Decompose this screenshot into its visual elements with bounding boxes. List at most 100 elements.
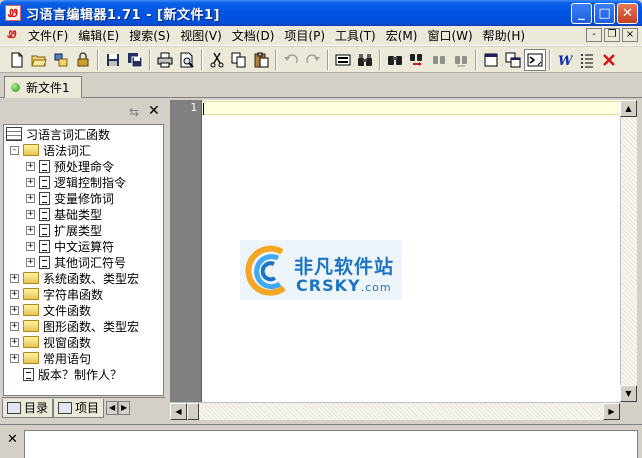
tree-item[interactable]: + 文件函数: [10, 302, 91, 318]
tab-contents[interactable]: 目录: [2, 398, 54, 418]
close-window-button[interactable]: ✕: [617, 3, 638, 24]
tab-scroll-right-icon[interactable]: ▶: [118, 401, 131, 415]
macro-record-icon[interactable]: [332, 49, 354, 71]
maximize-button[interactable]: □: [594, 3, 615, 24]
expand-icon[interactable]: +: [10, 273, 19, 283]
undo-icon[interactable]: [280, 49, 302, 71]
minimize-button[interactable]: _: [571, 3, 592, 24]
menu-view[interactable]: 视图(V): [175, 27, 227, 45]
save-all-icon[interactable]: [124, 49, 146, 71]
mdi-restore-button[interactable]: ❐: [604, 28, 620, 42]
lock-icon[interactable]: [72, 49, 94, 71]
tab-scroll-left-icon[interactable]: ◀: [106, 401, 119, 415]
menu-tools[interactable]: 工具(T): [330, 27, 381, 45]
expand-icon[interactable]: +: [26, 257, 35, 267]
toolbar-separator: [275, 49, 277, 70]
scroll-up-icon[interactable]: ▲: [620, 100, 637, 117]
panel-tab-scroll: ◀ ▶: [106, 401, 131, 415]
mdi-minimize-button[interactable]: -: [586, 28, 602, 42]
tree-item[interactable]: + 视窗函数: [10, 334, 91, 350]
tree-root-icon: [6, 127, 22, 141]
replace-icon[interactable]: [406, 49, 428, 71]
redo-icon[interactable]: [302, 49, 324, 71]
tree-item[interactable]: + 常用语句: [10, 350, 91, 366]
horizontal-scrollbar[interactable]: ◀ ▶: [170, 402, 620, 420]
cut-icon[interactable]: [206, 49, 228, 71]
tab-new-file-1[interactable]: 新文件1: [4, 76, 82, 98]
tree-item[interactable]: + 预处理命令: [26, 158, 114, 174]
mdi-close-button[interactable]: ×: [622, 28, 638, 42]
line-numbers-icon[interactable]: [576, 49, 598, 71]
menu-edit[interactable]: 编辑(E): [73, 27, 124, 45]
expand-icon[interactable]: +: [10, 305, 19, 315]
vertical-scrollbar[interactable]: ▲ ▼: [620, 100, 637, 402]
app-icon[interactable]: Ꮺ: [5, 5, 21, 21]
menu-help[interactable]: 帮助(H): [478, 27, 530, 45]
menu-macro[interactable]: 宏(M): [381, 27, 423, 45]
scroll-thumb[interactable]: [187, 403, 199, 420]
folder-icon: [23, 288, 39, 300]
tree-item[interactable]: + 系统函数、类型宏: [10, 270, 139, 286]
expand-icon[interactable]: +: [10, 289, 19, 299]
copy-icon[interactable]: [228, 49, 250, 71]
tree-item[interactable]: + 逻辑控制指令: [26, 174, 126, 190]
expand-icon[interactable]: +: [26, 161, 35, 171]
panel-close-button[interactable]: ✕: [148, 103, 160, 119]
tree-item[interactable]: + 其他词汇符号: [26, 254, 126, 270]
output-close-button[interactable]: ✕: [7, 432, 18, 447]
title-bar[interactable]: Ꮺ 习语言编辑器1.71 - [新文件1] _ □ ✕: [0, 0, 642, 26]
tree-item[interactable]: + 图形函数、类型宏: [10, 318, 139, 334]
tab-project[interactable]: 项目: [53, 398, 105, 418]
tree-root[interactable]: 习语言词汇函数: [6, 126, 110, 142]
scroll-right-icon[interactable]: ▶: [603, 403, 620, 420]
terminal-icon[interactable]: [524, 48, 546, 71]
tree-item[interactable]: + 基础类型: [26, 206, 102, 222]
pin-icon[interactable]: ⇆: [129, 105, 139, 119]
menu-window[interactable]: 窗口(W): [422, 27, 477, 45]
close-x-icon[interactable]: [598, 49, 620, 71]
menu-document[interactable]: 文档(D): [227, 27, 280, 45]
document-icon: [39, 255, 50, 269]
expand-icon[interactable]: +: [26, 225, 35, 235]
output-text-area[interactable]: [24, 430, 638, 458]
document-menu-icon[interactable]: Ꮺ: [5, 29, 19, 43]
tree-item[interactable]: + 扩展类型: [26, 222, 102, 238]
expand-icon[interactable]: +: [10, 321, 19, 331]
find-next-icon[interactable]: [450, 49, 472, 71]
expand-icon[interactable]: +: [26, 241, 35, 251]
tree-item[interactable]: + 变量修饰词: [26, 190, 114, 206]
menu-search[interactable]: 搜索(S): [124, 27, 175, 45]
find-binoculars-icon[interactable]: [354, 49, 376, 71]
expand-icon[interactable]: +: [26, 193, 35, 203]
expand-icon[interactable]: +: [26, 177, 35, 187]
tree-item-label: 中文运算符: [54, 239, 115, 254]
find-icon[interactable]: [384, 49, 406, 71]
expand-icon[interactable]: +: [10, 337, 19, 347]
word-wrap-icon[interactable]: W: [554, 49, 576, 71]
save-icon[interactable]: [102, 49, 124, 71]
menu-file[interactable]: 文件(F): [23, 27, 73, 45]
tree-item[interactable]: 版本？制作人？: [10, 366, 122, 382]
open-project-icon[interactable]: [50, 49, 72, 71]
new-file-icon[interactable]: [6, 49, 28, 71]
tree-item[interactable]: + 字符串函数: [10, 286, 103, 302]
print-preview-icon[interactable]: [176, 49, 198, 71]
collapse-icon[interactable]: -: [10, 145, 19, 155]
scroll-down-icon[interactable]: ▼: [620, 385, 637, 402]
find-in-files-icon[interactable]: [428, 49, 450, 71]
watermark-logo-icon: [244, 244, 294, 296]
view-multi-icon[interactable]: [502, 49, 524, 71]
function-tree[interactable]: 习语言词汇函数 - 语法词汇 + 预处理命令 + 逻辑控制指令 + 变量修饰词 + 基础类型 + 扩展…: [3, 124, 164, 396]
print-icon[interactable]: [154, 49, 176, 71]
open-folder-icon[interactable]: [28, 49, 50, 71]
folder-icon: [23, 352, 39, 364]
menu-project[interactable]: 项目(P): [279, 27, 330, 45]
scroll-left-icon[interactable]: ◀: [170, 403, 187, 420]
document-tab-strip: 新文件1: [0, 74, 642, 98]
expand-icon[interactable]: +: [26, 209, 35, 219]
tree-item[interactable]: - 语法词汇: [10, 142, 91, 158]
view-single-icon[interactable]: [480, 49, 502, 71]
tree-item[interactable]: + 中文运算符: [26, 238, 114, 254]
paste-icon[interactable]: [250, 49, 272, 71]
expand-icon[interactable]: +: [10, 353, 19, 363]
